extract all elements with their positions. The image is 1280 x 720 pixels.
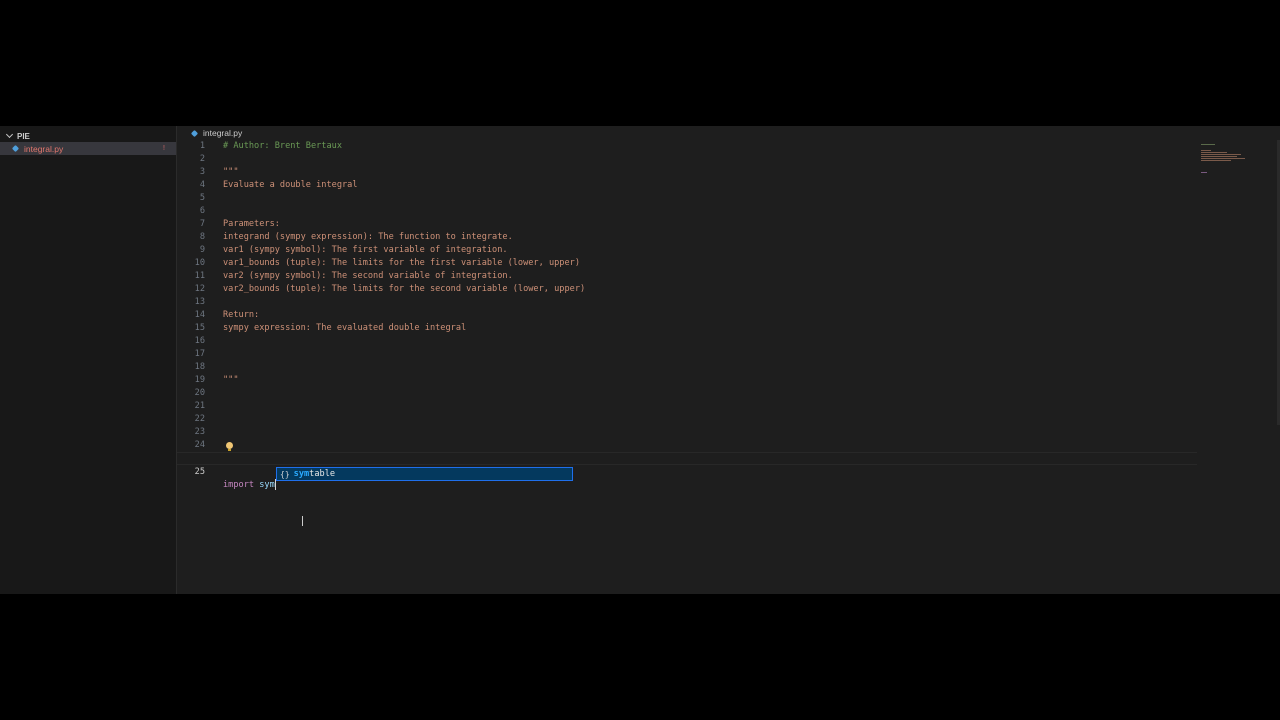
code-line[interactable]: 5 xyxy=(177,192,1197,205)
minimap[interactable] xyxy=(1197,140,1280,594)
file-name: integral.py xyxy=(24,143,64,154)
code-editor[interactable]: 1 # Author: Brent Bertaux 2 3 """ 4 Evaluate a… xyxy=(177,140,1197,594)
line-number: 17 xyxy=(194,349,205,359)
editor-window: PIE integral.py ! integral.py 1 # Author:… xyxy=(0,126,1280,594)
import-keyword: import xyxy=(223,480,255,490)
code-line[interactable]: 10 var1_bounds (tuple): The limits for th… xyxy=(177,257,1197,270)
problems-badge: ! xyxy=(163,145,165,152)
code-text: # Author: Brent Bertaux xyxy=(223,141,342,151)
code-line[interactable]: 17 xyxy=(177,348,1197,361)
line-number: 21 xyxy=(194,401,205,411)
line-number: 19 xyxy=(194,375,205,385)
code-line[interactable]: 20 xyxy=(177,387,1197,400)
autocomplete-suggestion[interactable]: {} sym table xyxy=(276,467,573,481)
line-number: 4 xyxy=(199,180,205,190)
code-text: Return: xyxy=(223,310,260,320)
suggestion-rest: table xyxy=(309,469,336,479)
folder-name: PIE xyxy=(17,131,30,141)
line-number: 24 xyxy=(194,440,205,450)
line-number: 8 xyxy=(199,232,205,242)
code-text: var1 (sympy symbol): The first variable … xyxy=(223,245,508,255)
code-text: integrand (sympy expression): The functi… xyxy=(223,232,513,242)
line-number: 10 xyxy=(194,258,205,268)
line-number: 11 xyxy=(194,271,205,281)
line-number: 13 xyxy=(194,297,205,307)
code-text: var1_bounds (tuple): The limits for the … xyxy=(223,258,580,268)
code-line[interactable]: 6 xyxy=(177,205,1197,218)
line-number: 6 xyxy=(199,206,205,216)
code-line[interactable]: 3 """ xyxy=(177,166,1197,179)
suggestion-match: sym xyxy=(293,469,310,479)
line-number: 7 xyxy=(199,219,205,229)
tab-integral-py[interactable]: integral.py xyxy=(177,126,242,140)
code-text: """ xyxy=(223,167,239,177)
code-line[interactable]: 11 var2 (sympy symbol): The second variab… xyxy=(177,270,1197,283)
code-line[interactable]: 4 Evaluate a double integral xyxy=(177,179,1197,192)
code-text: var2_bounds (tuple): The limits for the … xyxy=(223,284,586,294)
code-line-current[interactable]: 25 import sym xyxy=(177,452,1197,490)
line-number: 22 xyxy=(194,414,205,424)
line-number: 18 xyxy=(194,362,205,372)
explorer-file-integral[interactable]: integral.py ! xyxy=(0,142,176,155)
code-line[interactable]: 14 Return: xyxy=(177,309,1197,322)
code-line[interactable]: 19 """ xyxy=(177,374,1197,387)
code-line[interactable]: 21 xyxy=(177,400,1197,413)
line-number: 25 xyxy=(194,467,205,477)
line-number: 12 xyxy=(194,284,205,294)
code-text: var2 (sympy symbol): The second variable… xyxy=(223,271,513,281)
code-line[interactable]: 12 var2_bounds (tuple): The limits for th… xyxy=(177,283,1197,296)
explorer-sidebar: PIE integral.py ! xyxy=(0,126,177,594)
code-line[interactable]: 1 # Author: Brent Bertaux xyxy=(177,140,1197,153)
lightbulb-icon[interactable] xyxy=(226,442,233,451)
code-line[interactable]: 18 xyxy=(177,361,1197,374)
code-text: import sym xyxy=(223,479,276,492)
code-line[interactable]: 15 sympy expression: The evaluated double… xyxy=(177,322,1197,335)
code-text: Evaluate a double integral xyxy=(223,180,358,190)
code-line[interactable]: 16 xyxy=(177,335,1197,348)
line-number: 2 xyxy=(199,154,205,164)
code-line[interactable]: 2 xyxy=(177,153,1197,166)
line-number: 5 xyxy=(199,193,205,203)
line-number: 16 xyxy=(194,336,205,346)
code-line[interactable]: 24 xyxy=(177,439,1197,452)
explorer-folder-header[interactable]: PIE xyxy=(4,129,30,143)
python-file-icon xyxy=(11,144,20,153)
code-line[interactable]: 9 var1 (sympy symbol): The first variable… xyxy=(177,244,1197,257)
code-line[interactable]: 8 integrand (sympy expression): The funct… xyxy=(177,231,1197,244)
code-text: Parameters: xyxy=(223,219,280,229)
line-number: 3 xyxy=(199,167,205,177)
text-cursor-icon xyxy=(302,516,306,526)
code-line[interactable]: 23 xyxy=(177,426,1197,439)
line-number: 1 xyxy=(199,141,205,151)
code-line[interactable]: 22 xyxy=(177,413,1197,426)
module-icon: {} xyxy=(280,469,290,479)
line-number: 20 xyxy=(194,388,205,398)
tab-label: integral.py xyxy=(203,128,243,138)
code-line[interactable]: 7 Parameters: xyxy=(177,218,1197,231)
code-text: """ xyxy=(223,375,239,385)
code-text: sympy expression: The evaluated double i… xyxy=(223,323,467,333)
chevron-down-icon[interactable] xyxy=(5,130,14,139)
line-number: 15 xyxy=(194,323,205,333)
line-number: 23 xyxy=(194,427,205,437)
typed-text: sym xyxy=(259,480,275,490)
code-line[interactable]: 13 xyxy=(177,296,1197,309)
line-number: 14 xyxy=(194,310,205,320)
line-number: 9 xyxy=(199,245,205,255)
python-file-icon xyxy=(190,129,199,137)
